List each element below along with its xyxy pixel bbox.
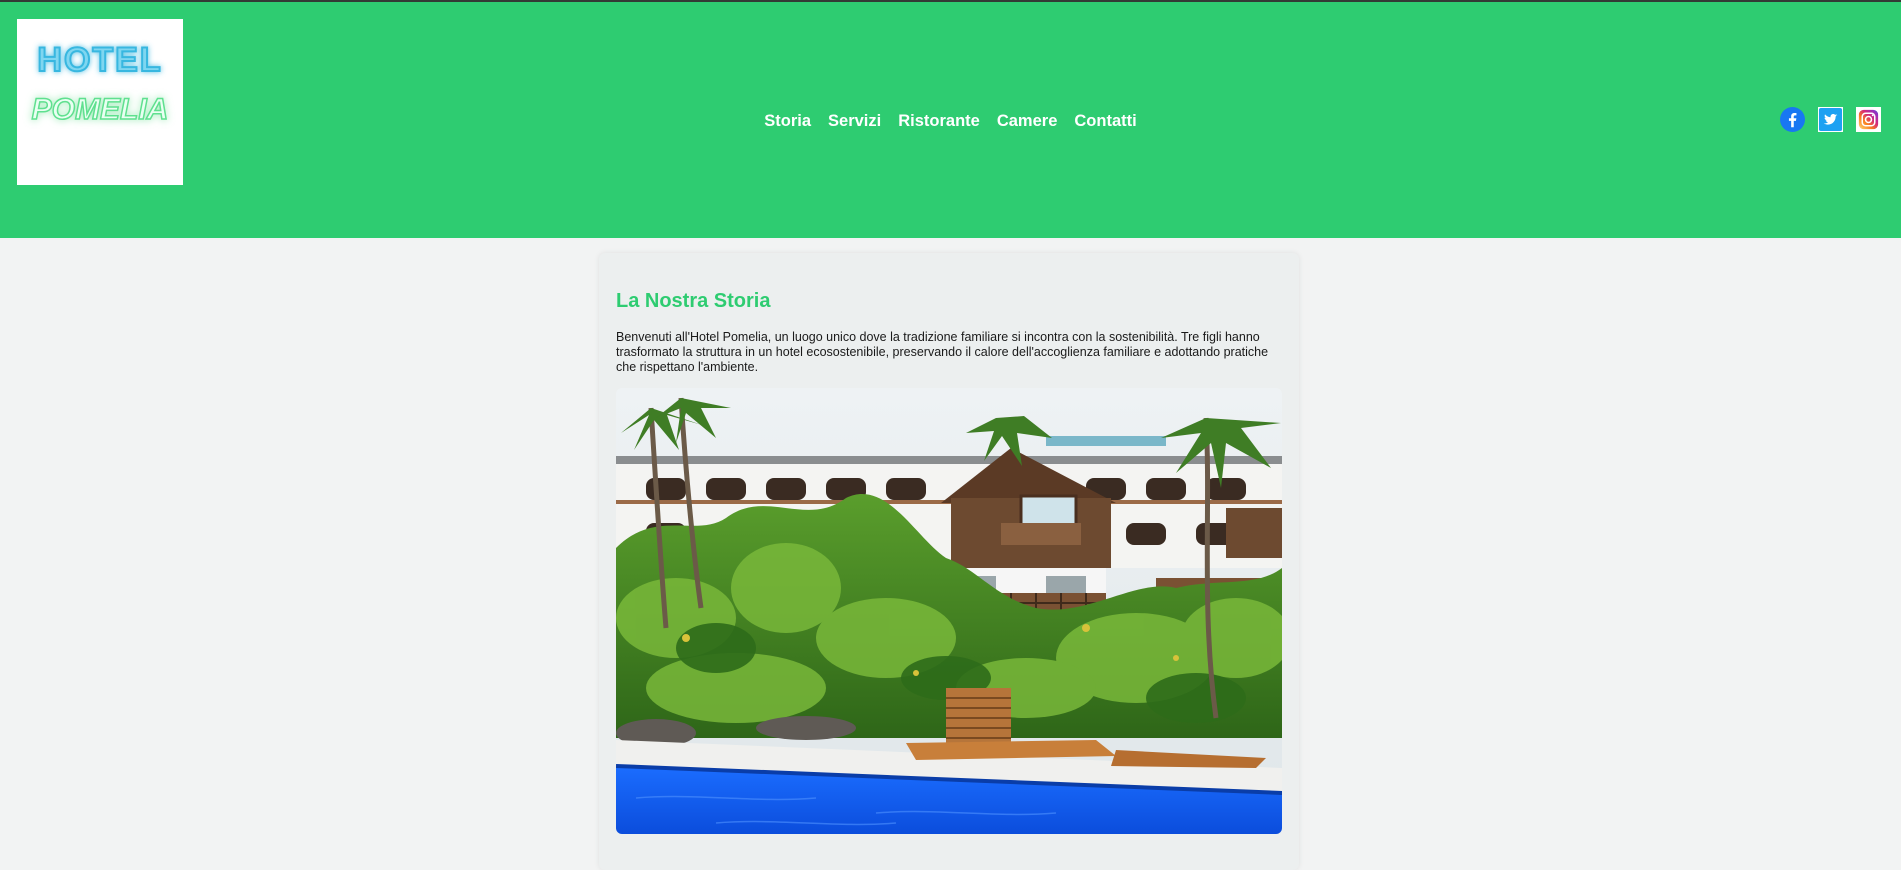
section-title: La Nostra Storia [616,290,771,312]
main-nav: Storia Servizi Ristorante Camere Contatt… [0,110,1901,132]
logo-graphic: HOTEL POMELIA [31,40,169,127]
facebook-icon[interactable] [1780,107,1805,132]
hotel-logo[interactable]: HOTEL POMELIA [17,19,183,185]
story-section: La Nostra Storia Benvenuti all'Hotel Pom… [599,253,1299,870]
nav-link-servizi[interactable]: Servizi [828,110,881,132]
nav-link-storia[interactable]: Storia [764,110,811,132]
nav-link-contatti[interactable]: Contatti [1074,110,1136,132]
site-header: HOTEL POMELIA Storia Servizi Ristorante … [0,2,1901,238]
twitter-icon[interactable] [1818,107,1843,132]
story-paragraph: Benvenuti all'Hotel Pomelia, un luogo un… [616,330,1269,374]
hotel-photo [616,388,1282,834]
nav-link-ristorante[interactable]: Ristorante [898,110,980,132]
social-links [1780,107,1881,132]
logo-text-hotel: HOTEL [37,41,162,79]
nav-link-camere[interactable]: Camere [997,110,1058,132]
instagram-icon[interactable] [1856,107,1881,132]
